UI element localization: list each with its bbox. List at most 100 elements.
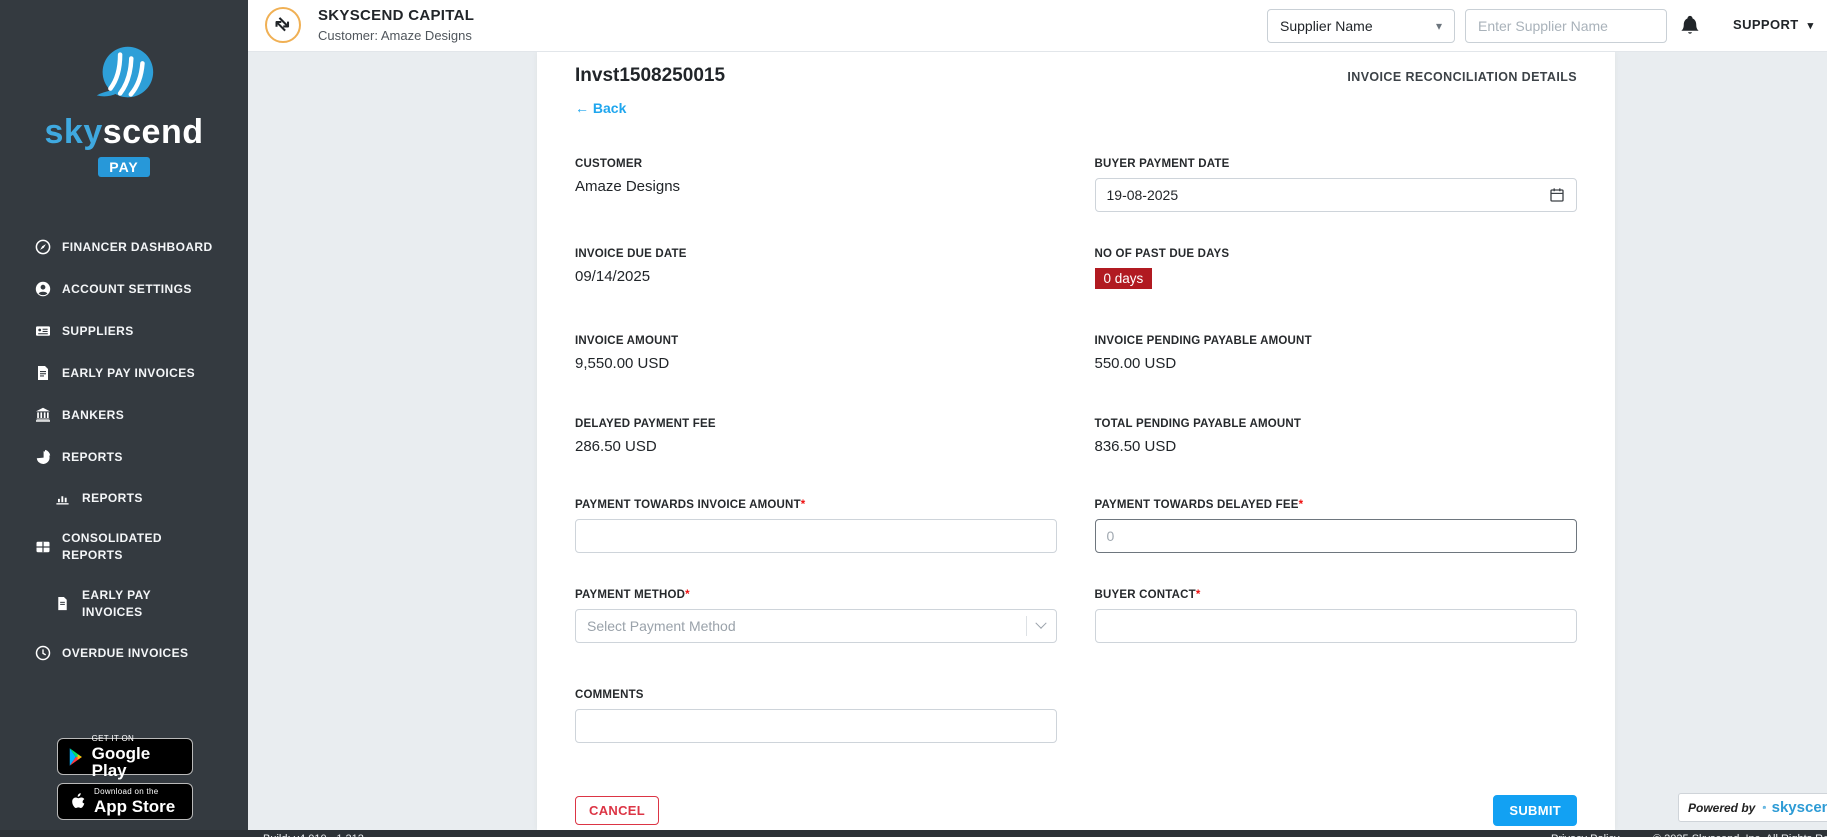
- powered-by-box: Powered by skyscend: [1678, 793, 1827, 822]
- google-play-badge[interactable]: GET IT ON Google Play: [57, 733, 193, 779]
- pie-chart-icon: [34, 449, 51, 465]
- sidebar-item-financer-dashboard[interactable]: FINANCER DASHBOARD: [0, 226, 248, 268]
- swap-arrows-icon: ⇅: [270, 12, 295, 37]
- past-due-days-label: NO OF PAST DUE DAYS: [1094, 248, 1230, 260]
- app-store-badge[interactable]: Download on the App Store: [57, 783, 193, 820]
- payment-method-select[interactable]: Select Payment Method: [575, 609, 1057, 643]
- sidebar-item-bankers[interactable]: BANKERS: [0, 394, 248, 436]
- bank-icon: [34, 407, 51, 423]
- notifications-bell-icon[interactable]: [1680, 15, 1700, 37]
- copyright-text: © 2025 Skyscend, Inc. All Rights Reserve…: [1653, 833, 1827, 837]
- buyer-contact-input[interactable]: [1094, 609, 1577, 643]
- apple-icon: [72, 793, 85, 809]
- delayed-fee-label: DELAYED PAYMENT FEE: [575, 418, 716, 430]
- brand-sky: sky: [44, 113, 103, 151]
- chevron-down-icon: ▾: [1807, 20, 1814, 32]
- sidebar-item-label: FINANCER DASHBOARD: [62, 239, 213, 254]
- comments-input[interactable]: [575, 709, 1057, 743]
- payment-towards-fee-label: PAYMENT TOWARDS DELAYED FEE*: [1094, 499, 1304, 511]
- comments-label: COMMENTS: [575, 689, 644, 701]
- sidebar-item-suppliers[interactable]: SUPPLIERS: [0, 310, 248, 352]
- calendar-icon[interactable]: [1549, 187, 1565, 203]
- brand-logo: skyscend PAY: [0, 44, 248, 177]
- buyer-contact-label: BUYER CONTACT*: [1094, 589, 1201, 601]
- user-circle-icon: [34, 281, 51, 297]
- sidebar-item-label: SUPPLIERS: [62, 323, 134, 338]
- submit-button[interactable]: SUBMIT: [1493, 795, 1577, 826]
- payment-towards-invoice-input[interactable]: [575, 519, 1057, 553]
- buyer-payment-date-label: BUYER PAYMENT DATE: [1094, 158, 1230, 170]
- invoice-pending-value: 550.00 USD: [1094, 355, 1177, 372]
- support-menu[interactable]: SUPPORT ▾: [1733, 17, 1814, 32]
- company-title: SKYSCEND CAPITAL: [318, 7, 475, 24]
- section-title: INVOICE RECONCILIATION DETAILS: [1347, 70, 1577, 84]
- bar-chart-icon: [54, 491, 71, 506]
- sidebar-nav: FINANCER DASHBOARD ACCOUNT SETTINGS SUPP…: [0, 226, 248, 674]
- buyer-payment-date-input[interactable]: 19-08-2025: [1094, 178, 1577, 212]
- sidebar-item-consolidated-reports[interactable]: CONSOLIDATED REPORTS: [0, 518, 248, 575]
- customer-label: CUSTOMER: [575, 158, 643, 170]
- supplier-card-icon: [34, 323, 51, 339]
- compass-icon: [34, 239, 51, 255]
- file-icon: [54, 596, 71, 611]
- reconciliation-form: CUSTOMER Amaze Designs BUYER PAYMENT DAT…: [575, 158, 1577, 743]
- powered-by-brand: skyscend: [1771, 799, 1827, 816]
- supplier-search-input[interactable]: [1465, 9, 1667, 43]
- sidebar-item-label: REPORTS: [62, 449, 123, 464]
- brand-wordmark: skyscend: [0, 113, 248, 152]
- table-icon: [34, 539, 51, 555]
- badge-tagline: GET IT ON: [91, 733, 135, 743]
- supplier-type-select[interactable]: Supplier Name ▾: [1267, 9, 1455, 43]
- cancel-button[interactable]: CANCEL: [575, 796, 659, 825]
- store-badges: GET IT ON Google Play Download on the App …: [57, 733, 193, 820]
- invoice-amount-value: 9,550.00 USD: [575, 355, 670, 372]
- brand-scend: scend: [102, 113, 204, 151]
- payment-method-label: PAYMENT METHOD*: [575, 589, 690, 601]
- payment-method-placeholder: Select Payment Method: [587, 618, 736, 634]
- sidebar-item-reports-sub[interactable]: REPORTS: [0, 478, 248, 518]
- badge-tagline: Download on the: [94, 787, 159, 796]
- google-play-icon: [69, 747, 82, 766]
- bottom-status-bar: Build: v4.010 - 1.212 Privacy Policy © 2…: [0, 830, 1827, 837]
- payment-towards-invoice-label: PAYMENT TOWARDS INVOICE AMOUNT*: [575, 499, 806, 511]
- sidebar-item-account-settings[interactable]: ACCOUNT SETTINGS: [0, 268, 248, 310]
- required-asterisk: *: [1195, 589, 1201, 601]
- build-version: Build: v4.010 - 1.212: [263, 833, 364, 837]
- powered-by-text: Powered by: [1688, 800, 1756, 815]
- sidebar-item-early-pay-invoices-sub[interactable]: EARLY PAY INVOICES: [0, 575, 248, 632]
- payment-towards-fee-input[interactable]: [1094, 519, 1577, 553]
- supplier-type-select-value: Supplier Name: [1280, 18, 1373, 34]
- sidebar-item-early-pay-invoices[interactable]: EARLY PAY INVOICES: [0, 352, 248, 394]
- invoice-pending-label: INVOICE PENDING PAYABLE AMOUNT: [1094, 335, 1312, 347]
- invoice-number-title: Invst1508250015: [575, 65, 726, 86]
- skyscend-swoosh-icon: [96, 46, 154, 98]
- select-divider: [1025, 616, 1027, 636]
- top-header: ⇅ SKYSCEND CAPITAL Customer: Amaze Desig…: [248, 0, 1827, 52]
- badge-store-name: App Store: [94, 797, 176, 816]
- chevron-down-icon: [1034, 617, 1047, 629]
- required-asterisk: *: [1298, 499, 1304, 511]
- invoice-due-date-value: 09/14/2025: [575, 268, 651, 285]
- clock-icon: [34, 645, 51, 661]
- sidebar-item-label: EARLY PAY INVOICES: [62, 365, 196, 380]
- privacy-policy-link[interactable]: Privacy Policy: [1551, 833, 1619, 837]
- skyscend-swoosh-icon: [1762, 805, 1767, 809]
- sidebar-item-label: REPORTS: [82, 490, 143, 505]
- sidebar-item-label: ACCOUNT SETTINGS: [62, 281, 192, 296]
- sidebar-item-reports[interactable]: REPORTS: [0, 436, 248, 478]
- required-asterisk: *: [800, 499, 806, 511]
- sidebar-item-label: CONSOLIDATED REPORTS: [62, 530, 162, 562]
- total-pending-label: TOTAL PENDING PAYABLE AMOUNT: [1094, 418, 1302, 430]
- sidebar-item-overdue-invoices[interactable]: OVERDUE INVOICES: [0, 632, 248, 674]
- required-asterisk: *: [685, 589, 690, 601]
- support-label: SUPPORT: [1733, 17, 1799, 32]
- sidebar-item-label: OVERDUE INVOICES: [62, 645, 189, 660]
- swap-supplier-button[interactable]: ⇅: [265, 7, 301, 43]
- delayed-fee-value: 286.50 USD: [575, 438, 657, 455]
- sidebar: skyscend PAY FINANCER DASHBOARD ACCOUNT …: [0, 0, 248, 837]
- sidebar-item-label: EARLY PAY INVOICES: [82, 587, 151, 619]
- invoice-amount-label: INVOICE AMOUNT: [575, 335, 679, 347]
- buyer-payment-date-value: 19-08-2025: [1106, 187, 1179, 203]
- back-link[interactable]: ← Back: [575, 100, 626, 116]
- file-invoice-icon: [34, 365, 51, 381]
